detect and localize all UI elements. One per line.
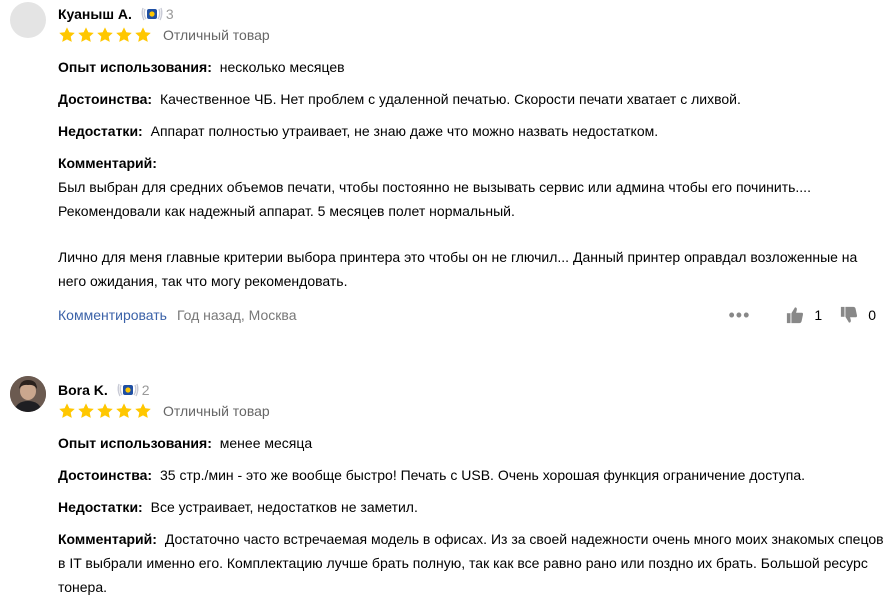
star-icon	[59, 403, 75, 418]
review-card: Куаныш А. 3 Отличный товар Опыт использо…	[0, 0, 888, 340]
like-count: 1	[814, 307, 823, 323]
experience-label: Опыт использования:	[58, 435, 212, 451]
like-button[interactable]: 1	[786, 306, 822, 324]
comment-text-line: Был выбран для средних объемов печати, ч…	[58, 179, 811, 195]
cons-label: Недостатки:	[58, 123, 143, 139]
experience-field: Опыт использования: несколько месяцев	[58, 55, 880, 79]
avatar[interactable]	[10, 2, 46, 38]
comment-text-line: него ожидания, так что могу рекомендоват…	[58, 273, 348, 289]
experience-value: менее месяца	[219, 435, 313, 451]
star-icon	[135, 403, 151, 418]
author-name[interactable]: Куаныш А.	[58, 6, 132, 22]
pros-value: 35 стр./мин - это же вообще быстро! Печа…	[160, 467, 806, 483]
thumbs-down-icon	[841, 306, 858, 323]
review-footer: Комментировать Год назад, Москва ••• 1 0	[58, 304, 888, 326]
star-icon	[59, 27, 75, 42]
comment-field: Комментарий: Был выбран для средних объе…	[58, 151, 880, 293]
dislike-count: 0	[868, 307, 876, 323]
pros-label: Достоинства:	[58, 467, 153, 483]
pros-label: Достоинства:	[58, 91, 153, 107]
author-line: Bora K. 2	[58, 379, 150, 401]
comment-text-line: Лично для меня главные критерии выбора п…	[58, 249, 858, 265]
comment-label: Комментарий:	[58, 155, 157, 171]
comment-label: Комментарий:	[58, 531, 157, 547]
avatar[interactable]	[10, 376, 46, 412]
achievement-badge-icon	[117, 383, 139, 397]
achievement-badge[interactable]: 2	[116, 381, 150, 399]
star-icon	[78, 403, 94, 418]
star-icon	[135, 27, 151, 42]
vote-controls: ••• 1 0	[729, 304, 877, 326]
star-icon	[97, 403, 113, 418]
author-line: Куаныш А. 3	[58, 3, 174, 25]
avatar-photo-image	[10, 376, 46, 412]
star-icon	[97, 27, 113, 42]
comment-text: Достаточно часто встречаемая модель в оф…	[164, 531, 884, 547]
dislike-button[interactable]: 0	[840, 306, 876, 324]
rating-line: Отличный товар	[58, 26, 270, 44]
pros-field: Достоинства: Качественное ЧБ. Нет пробле…	[58, 87, 880, 111]
pros-field: Достоинства: 35 стр./мин - это же вообще…	[58, 463, 880, 487]
experience-value: несколько месяцев	[219, 59, 345, 75]
comment-field: Комментарий: Достаточно часто встречаема…	[58, 527, 888, 599]
star-icon	[78, 27, 94, 42]
comment-text-line: Комментарий: Достаточно часто встречаема…	[58, 527, 888, 551]
cons-field: Недостатки: Все устраивает, недостатков …	[58, 495, 880, 519]
comment-text-line: Рекомендовали как надежный аппарат. 5 ме…	[58, 203, 515, 219]
author-name[interactable]: Bora K.	[58, 382, 108, 398]
comment-button[interactable]: Комментировать	[58, 307, 167, 323]
star-rating	[58, 26, 153, 44]
more-dots-icon[interactable]: •••	[729, 305, 751, 326]
cons-value: Аппарат полностью утраивает, не знаю даж…	[150, 123, 659, 139]
review-card: Bora K. 2 Отличный товар Опыт использова…	[0, 370, 888, 609]
badge-level: 3	[165, 6, 174, 22]
review-meta: Год назад, Москва	[176, 307, 297, 323]
badge-level: 2	[141, 382, 150, 398]
comment-text-line: в IT выбрали именно его. Комплектацию лу…	[58, 555, 868, 571]
rating-title: Отличный товар	[163, 403, 270, 419]
comment-text-line: тонера.	[58, 579, 108, 595]
star-rating	[58, 402, 153, 420]
rating-line: Отличный товар	[58, 402, 270, 420]
experience-field: Опыт использования: менее месяца	[58, 431, 880, 455]
cons-label: Недостатки:	[58, 499, 143, 515]
thumbs-up-icon	[787, 307, 804, 324]
achievement-badge[interactable]: 3	[140, 5, 174, 23]
cons-value: Все устраивает, недостатков не заметил.	[150, 499, 418, 515]
experience-label: Опыт использования:	[58, 59, 212, 75]
pros-value: Качественное ЧБ. Нет проблем с удаленной…	[160, 91, 741, 107]
rating-title: Отличный товар	[163, 27, 270, 43]
cons-field: Недостатки: Аппарат полностью утраивает,…	[58, 119, 880, 143]
achievement-badge-icon	[141, 7, 163, 21]
star-icon	[116, 403, 132, 418]
star-icon	[116, 27, 132, 42]
